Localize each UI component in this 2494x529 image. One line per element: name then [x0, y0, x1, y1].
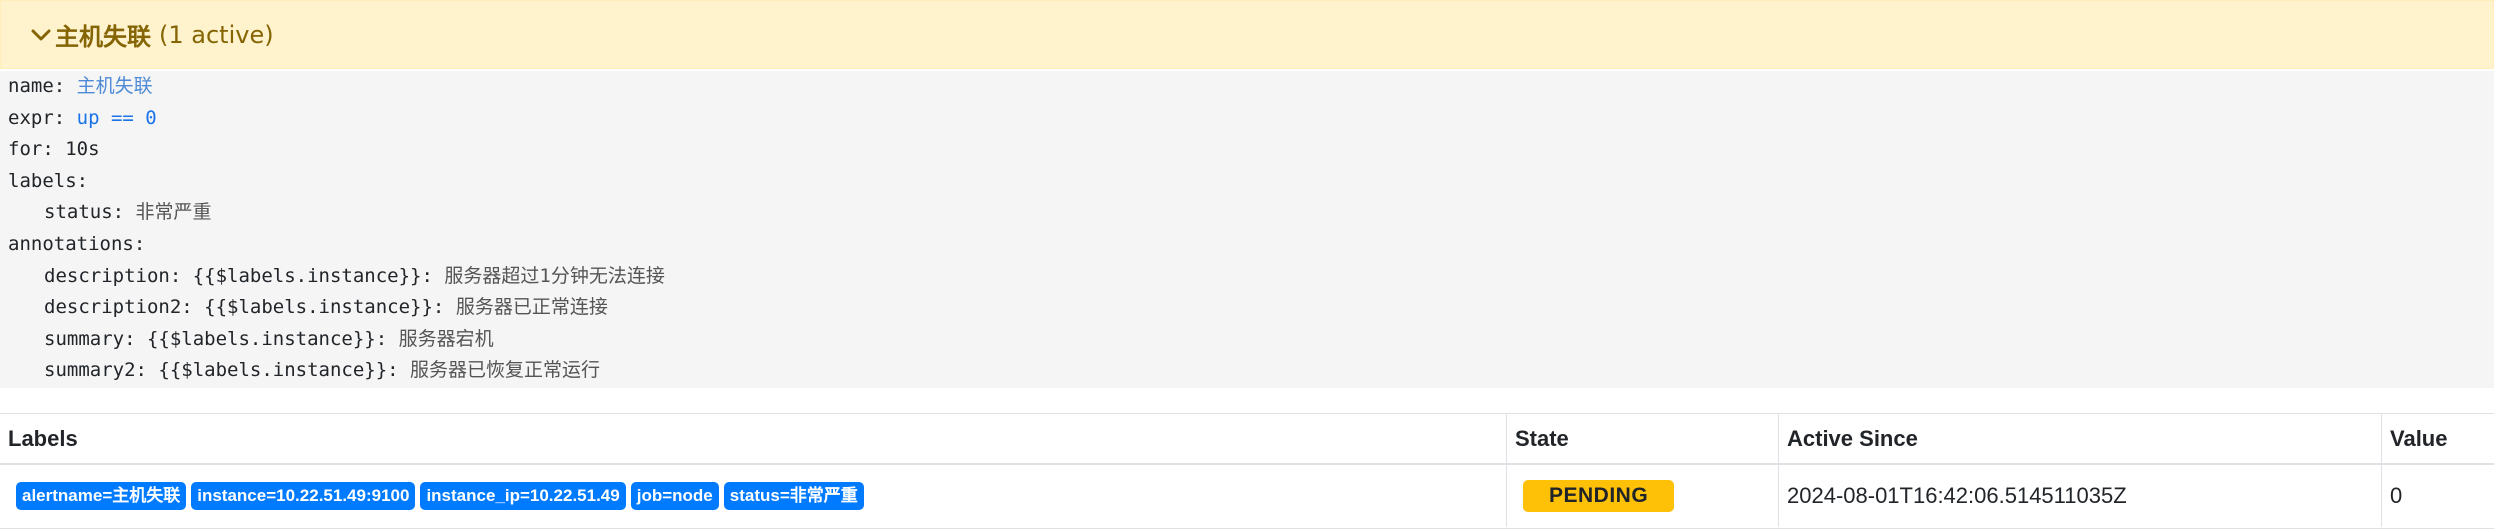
- rule-summary-key: summary: {{$labels.instance}}:: [44, 327, 399, 350]
- rule-expr-line: expr: up == 0: [8, 103, 157, 135]
- rule-status-line: status: 非常严重: [44, 197, 212, 229]
- rule-summary2-value: 服务器已恢复正常运行: [410, 359, 601, 382]
- rule-summary2-line: summary2: {{$labels.instance}}: 服务器已恢复正常…: [44, 355, 600, 387]
- state-cell: PENDING: [1506, 465, 1778, 527]
- rule-description-key: description: {{$labels.instance}}:: [44, 264, 445, 287]
- rule-name-line: name: 主机失联: [8, 71, 153, 103]
- rule-summary2-key: summary2: {{$labels.instance}}:: [44, 359, 411, 382]
- labels-cell: alertname=主机失联 instance=10.22.51.49:9100…: [0, 465, 1506, 527]
- rule-annotations-key: annotations:: [8, 233, 146, 255]
- alerts-table: Labels State Active Since Value alertnam…: [0, 413, 2494, 529]
- label-badge-status: status=非常严重: [723, 482, 864, 510]
- alert-active-count: (1 active): [159, 20, 274, 49]
- rule-description-line: description: {{$labels.instance}}: 服务器超过…: [44, 261, 665, 293]
- active-since-cell: 2024-08-01T16:42:06.514511035Z: [1778, 465, 2381, 527]
- table-row: alertname=主机失联 instance=10.22.51.49:9100…: [0, 465, 2494, 529]
- rule-definition: name: 主机失联 expr: up == 0 for: 10s labels…: [0, 71, 2494, 388]
- chevron-down-icon[interactable]: [29, 23, 53, 47]
- rule-description2-line: description2: {{$labels.instance}}: 服务器已…: [44, 292, 608, 324]
- alert-group-title: 主机失联: [55, 23, 151, 51]
- rule-for-line: for: 10s: [8, 138, 100, 161]
- state-badge: PENDING: [1523, 480, 1675, 512]
- rule-description2-value: 服务器已正常连接: [455, 296, 608, 319]
- rule-expr-value[interactable]: up == 0: [77, 107, 157, 129]
- column-header-value: Value: [2381, 414, 2494, 464]
- rule-description2-key: description2: {{$labels.instance}}:: [44, 296, 456, 319]
- value-cell: 0: [2381, 465, 2494, 527]
- rule-summary-value: 服务器宕机: [398, 327, 494, 350]
- rule-status-value: 非常严重: [135, 201, 212, 224]
- label-badge-instance: instance=10.22.51.49:9100: [191, 482, 416, 510]
- column-header-state: State: [1506, 414, 1778, 464]
- column-header-labels: Labels: [8, 426, 78, 451]
- rule-expr-key: expr:: [8, 106, 77, 129]
- rule-status-key: status:: [44, 201, 136, 224]
- alert-group-header[interactable]: 主机失联 (1 active): [0, 0, 2494, 69]
- rule-labels-key: labels:: [8, 169, 89, 192]
- label-badge-alertname: alertname=主机失联: [16, 482, 187, 510]
- table-header-row: Labels State Active Since Value: [0, 413, 2494, 465]
- label-badges: alertname=主机失联 instance=10.22.51.49:9100…: [8, 482, 864, 510]
- rule-name-value: 主机失联: [76, 75, 153, 97]
- rule-summary-line: summary: {{$labels.instance}}: 服务器宕机: [44, 324, 494, 356]
- rule-name-key: name:: [8, 75, 77, 97]
- label-badge-job: job=node: [630, 482, 719, 510]
- column-header-active-since: Active Since: [1778, 414, 2381, 464]
- label-badge-instance-ip: instance_ip=10.22.51.49: [420, 482, 626, 510]
- rule-description-value: 服务器超过1分钟无法连接: [444, 264, 665, 287]
